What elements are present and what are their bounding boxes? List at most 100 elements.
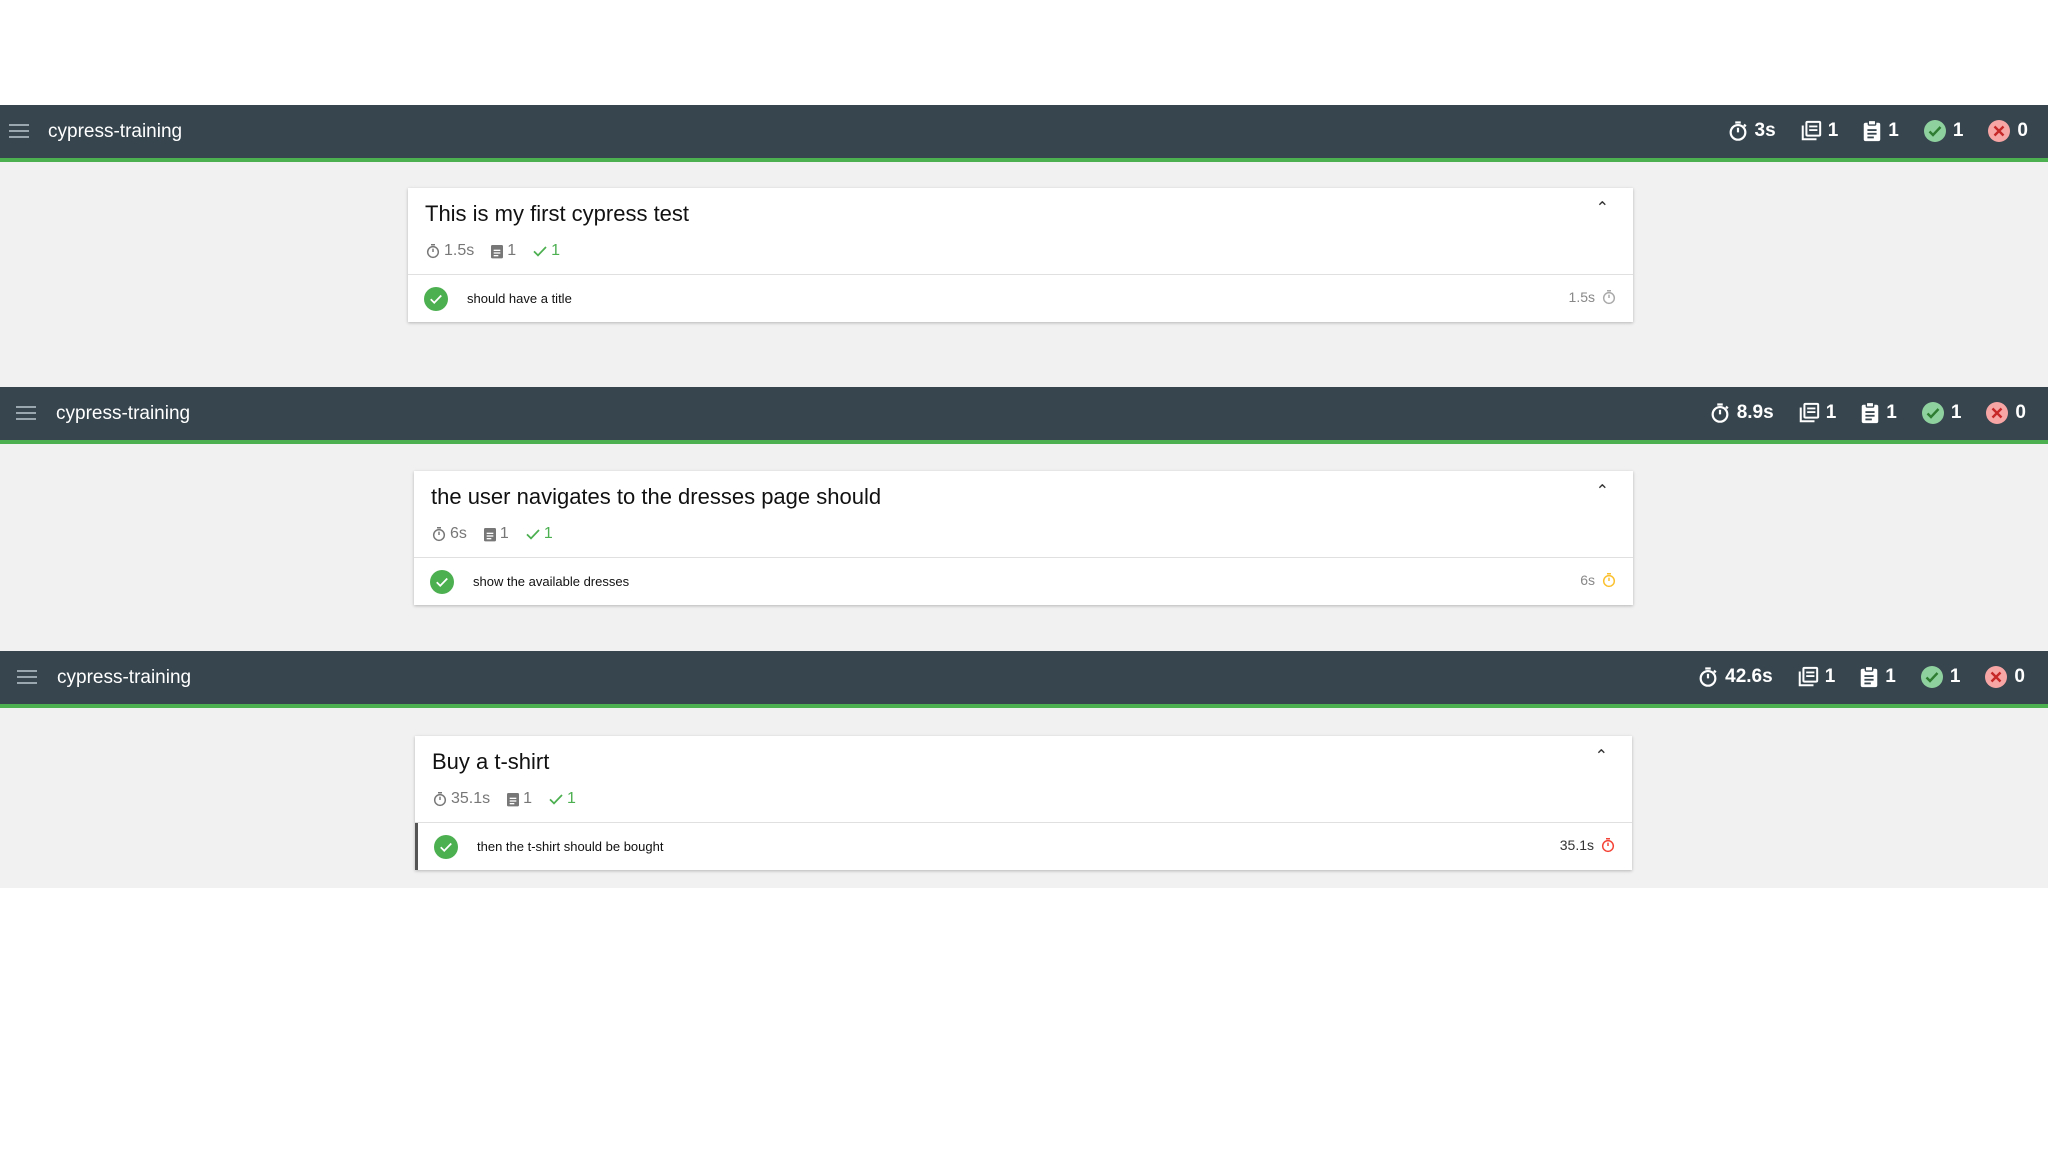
- navbar: cypress-training 3s 1 1 1 0: [0, 105, 2048, 162]
- check-circle-icon: [1923, 120, 1946, 142]
- stopwatch-icon: [1711, 403, 1729, 423]
- stat-duration-value: 42.6s: [1725, 666, 1773, 687]
- passed-icon: [434, 835, 458, 859]
- check-circle-icon: [1920, 666, 1943, 688]
- suite-passed: 1: [532, 242, 560, 260]
- stat-tests-value: 1: [1885, 666, 1896, 687]
- collapse-icon[interactable]: ⌃: [1596, 481, 1609, 501]
- stat-duration: 8.9s: [1709, 400, 1774, 426]
- test-duration: 35.1s: [1560, 837, 1616, 853]
- check-icon: [533, 246, 547, 257]
- passed-icon: [424, 287, 448, 311]
- navbar-stats: 42.6s 1 1 1 0: [1697, 664, 2025, 690]
- clipboard-icon: [507, 793, 520, 807]
- menu-icon[interactable]: [16, 406, 36, 422]
- stat-failed-value: 0: [2015, 402, 2026, 423]
- stat-suites: 1: [1797, 664, 1836, 690]
- suite-header: Buy a t-shirt ⌃ 35.1s 1 1: [415, 736, 1632, 823]
- suite-card: the user navigates to the dresses page s…: [414, 471, 1633, 605]
- clipboard-icon: [483, 528, 496, 542]
- suite-duration: 1.5s: [425, 242, 474, 260]
- suites-icon: [1799, 402, 1819, 423]
- stat-failed: 0: [1985, 400, 2026, 426]
- navbar: cypress-training 8.9s 1 1 1 0: [0, 387, 2048, 444]
- suite-duration-value: 6s: [450, 525, 467, 542]
- suite-duration: 35.1s: [432, 790, 490, 808]
- stat-suites-value: 1: [1825, 402, 1837, 423]
- stat-passed-value: 1: [1952, 120, 1964, 141]
- stat-tests-value: 1: [1886, 402, 1897, 423]
- suites-icon: [1801, 120, 1821, 141]
- report-1: cypress-training 3s 1 1 1 0 This is my f…: [0, 105, 2048, 387]
- stopwatch-icon: [426, 244, 440, 259]
- suite-passed-value: 1: [551, 242, 561, 259]
- stopwatch-icon: [433, 792, 447, 807]
- stat-passed-value: 1: [1950, 402, 1962, 423]
- stat-failed: 0: [1984, 664, 2025, 690]
- x-circle-icon: [1986, 402, 2009, 424]
- test-title: show the available dresses: [473, 574, 630, 589]
- stopwatch-icon: [1601, 838, 1615, 853]
- collapse-icon[interactable]: ⌃: [1595, 746, 1608, 766]
- stopwatch-icon: [1602, 290, 1616, 305]
- suite-duration-value: 1.5s: [444, 242, 475, 259]
- suite-card: Buy a t-shirt ⌃ 35.1s 1 1 then the t-shi…: [415, 736, 1632, 870]
- navbar-stats: 8.9s 1 1 1 0: [1709, 400, 2026, 426]
- stopwatch-icon: [1729, 121, 1747, 141]
- test-row[interactable]: show the available dresses 6s: [414, 558, 1633, 605]
- stat-suites: 1: [1800, 118, 1838, 144]
- suite-header: This is my first cypress test ⌃ 1.5s 1 1: [408, 188, 1633, 275]
- check-icon: [526, 529, 540, 540]
- navbar-stats: 3s 1 1 1 0: [1727, 118, 2028, 144]
- suite-tests-value: 1: [499, 525, 509, 542]
- stat-tests: 1: [1860, 400, 1897, 426]
- stat-suites-value: 1: [1824, 666, 1836, 687]
- clipboard-icon: [1864, 120, 1881, 142]
- x-circle-icon: [1988, 120, 2011, 142]
- test-duration: 6s: [1580, 572, 1617, 588]
- stat-duration: 3s: [1727, 118, 1776, 144]
- stat-duration: 42.6s: [1697, 664, 1773, 690]
- app-title: cypress-training: [48, 121, 183, 142]
- stopwatch-icon: [1699, 667, 1717, 687]
- stat-passed-value: 1: [1949, 666, 1961, 687]
- report-3: cypress-training 42.6s 1 1 1 0 Buy a t-s…: [0, 651, 2048, 888]
- suite-title: Buy a t-shirt: [432, 749, 550, 774]
- check-icon: [549, 794, 563, 805]
- clipboard-icon: [1861, 666, 1878, 688]
- test-duration-value: 6s: [1580, 572, 1595, 588]
- test-row[interactable]: should have a title 1.5s: [408, 275, 1633, 322]
- suite-header: the user navigates to the dresses page s…: [414, 471, 1633, 558]
- stat-suites: 1: [1798, 400, 1837, 426]
- clipboard-icon: [491, 245, 504, 259]
- test-row[interactable]: then the t-shirt should be bought 35.1s: [415, 823, 1632, 870]
- suites-icon: [1798, 666, 1818, 687]
- stopwatch-icon: [432, 527, 446, 542]
- clipboard-icon: [1862, 402, 1879, 424]
- test-title: then the t-shirt should be bought: [477, 839, 664, 854]
- suite-tests-value: 1: [507, 242, 517, 259]
- stat-duration-value: 8.9s: [1736, 402, 1774, 423]
- test-duration-value: 35.1s: [1559, 837, 1594, 853]
- stat-failed-value: 0: [2017, 120, 2028, 141]
- stat-duration-value: 3s: [1754, 120, 1776, 141]
- suite-tests: 1: [483, 525, 509, 543]
- suite-passed-value: 1: [567, 790, 576, 807]
- stat-tests-value: 1: [1888, 120, 1899, 141]
- menu-icon[interactable]: [9, 124, 29, 140]
- stat-failed: 0: [1987, 118, 2028, 144]
- suite-title: the user navigates to the dresses page s…: [431, 484, 882, 509]
- suite-meta: 1.5s 1 1: [425, 242, 576, 260]
- report-2: cypress-training 8.9s 1 1 1 0 the user n…: [0, 387, 2048, 651]
- suite-tests: 1: [490, 242, 516, 260]
- menu-icon[interactable]: [17, 670, 37, 686]
- stat-passed: 1: [1921, 400, 1962, 426]
- test-title: should have a title: [467, 291, 572, 306]
- test-duration-value: 1.5s: [1568, 289, 1595, 305]
- check-circle-icon: [1921, 402, 1944, 424]
- stat-failed-value: 0: [2014, 666, 2025, 687]
- app-title: cypress-training: [57, 667, 192, 688]
- app-title: cypress-training: [56, 403, 191, 424]
- collapse-icon[interactable]: ⌃: [1596, 198, 1609, 218]
- stopwatch-icon: [1602, 573, 1616, 588]
